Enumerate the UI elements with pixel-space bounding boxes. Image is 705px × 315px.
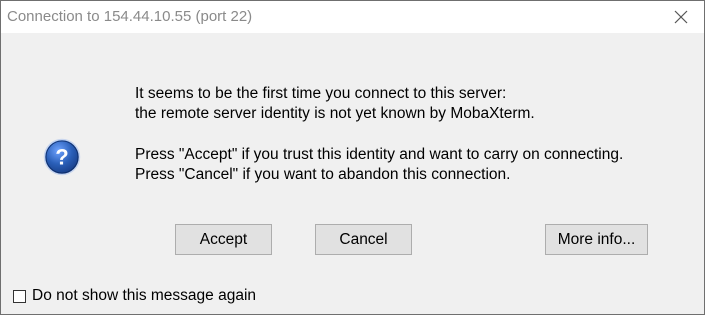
svg-text:?: ? <box>55 145 68 170</box>
cancel-button[interactable]: Cancel <box>315 224 412 255</box>
do-not-show-again-checkbox[interactable] <box>13 289 26 303</box>
close-icon <box>674 10 688 24</box>
message-line-3: Press "Accept" if you trust this identit… <box>135 146 624 163</box>
question-icon: ? <box>43 138 81 176</box>
more-info-button[interactable]: More info... <box>545 224 648 255</box>
message-line-4: Press "Cancel" if you want to abandon th… <box>135 166 511 183</box>
dialog-body: ? It seems to be the first time you conn… <box>1 33 704 314</box>
accept-button[interactable]: Accept <box>175 224 272 255</box>
title-bar[interactable]: Connection to 154.44.10.55 (port 22) <box>1 1 704 33</box>
window-title: Connection to 154.44.10.55 (port 22) <box>7 8 253 25</box>
message-line-1: It seems to be the first time you connec… <box>135 85 507 102</box>
message-text: It seems to be the first time you connec… <box>135 84 623 185</box>
do-not-show-again-label[interactable]: Do not show this message again <box>32 287 256 305</box>
message-line-2: the remote server identity is not yet kn… <box>135 105 535 122</box>
close-button[interactable] <box>658 1 704 33</box>
ssh-host-key-dialog: Connection to 154.44.10.55 (port 22) ? I… <box>0 0 705 315</box>
do-not-show-again-option[interactable]: Do not show this message again <box>13 287 256 305</box>
